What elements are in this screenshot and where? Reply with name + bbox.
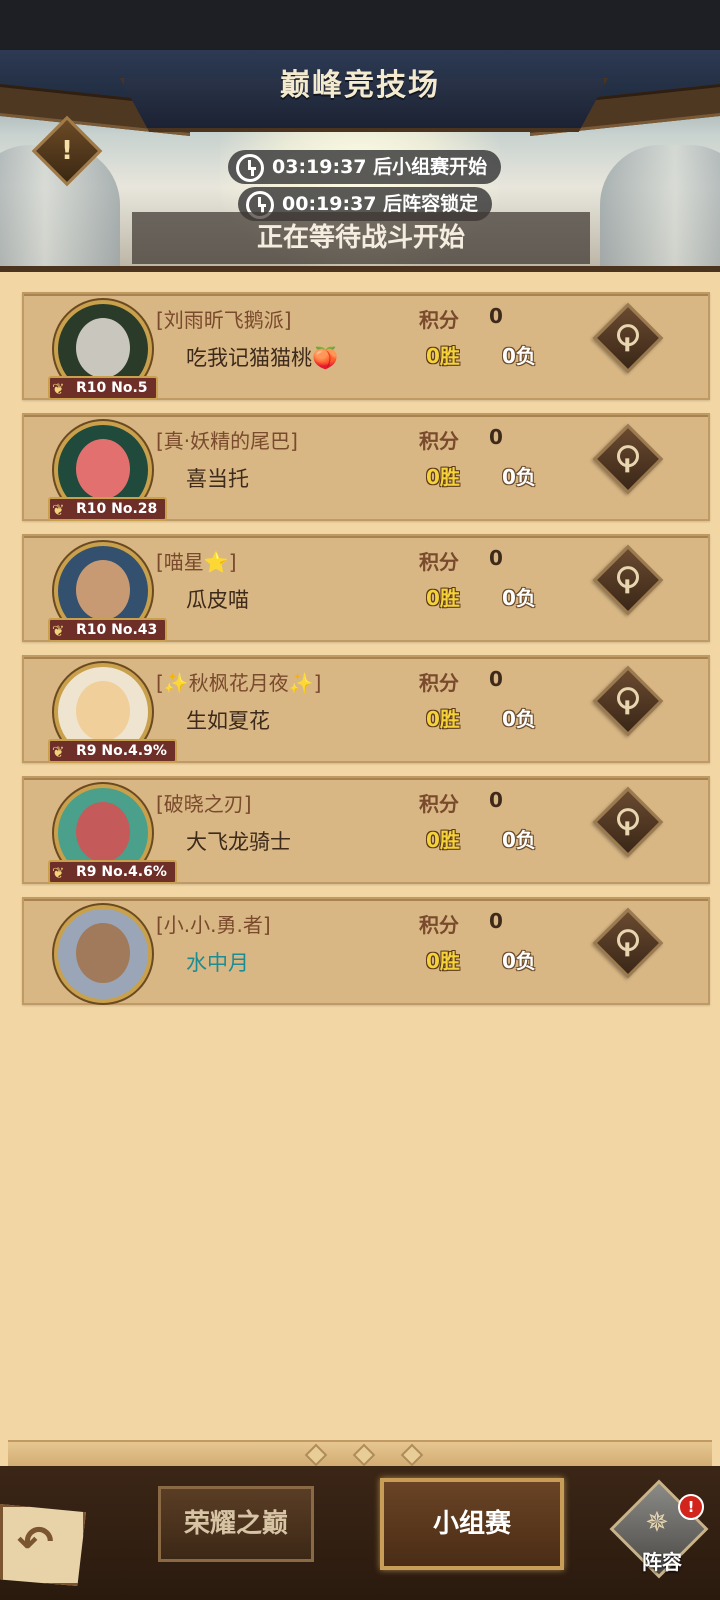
score-value: 0 <box>489 304 503 328</box>
rank-text: R9 No.4.9% <box>76 743 167 759</box>
score-label: 积分 <box>419 671 459 695</box>
hero-portrait <box>76 923 130 983</box>
player-name: 水中月 <box>186 951 249 975</box>
score-value: 0 <box>489 909 503 933</box>
player-card: ❦ R10 No.43 [喵星⭐] 瓜皮喵 积分 0 0胜 0负 <box>22 534 710 642</box>
score-label: 积分 <box>419 429 459 453</box>
wing-icon: ❦ <box>52 622 65 640</box>
player-card: ❦ R10 No.28 [真·妖精的尾巴] 喜当托 积分 0 0胜 0负 <box>22 413 710 521</box>
guild-name: [刘雨昕飞鹅派] <box>156 308 292 332</box>
losses-count: 0负 <box>502 707 536 731</box>
rank-text: R10 No.28 <box>76 501 158 517</box>
rank-badge: ❦ R10 No.43 <box>48 618 168 642</box>
back-arrow-icon: ↶ <box>17 1517 54 1568</box>
hero-portrait <box>76 318 130 378</box>
header-border <box>0 266 720 272</box>
status-bar <box>0 0 720 50</box>
arena-header: 巅峰竞技场 ! 03:19:37 后小组赛开始 00:19:37 后阵容锁定 正… <box>0 50 720 272</box>
guild-name: [小.小.勇.者] <box>156 913 271 937</box>
wins-count: 0胜 <box>426 586 460 610</box>
player-card: ❦ R9 No.4.6% [破晓之刃] 大飞龙骑士 积分 0 0胜 0负 <box>22 776 710 884</box>
player-name: 喜当托 <box>186 467 249 491</box>
rank-badge: ❦ R9 No.4.6% <box>48 860 177 884</box>
player-name: 大飞龙骑士 <box>186 830 291 854</box>
notification-badge: ! <box>678 1494 704 1520</box>
player-card: ❦ R9 No.4.9% [✨秋枫花月夜✨] 生如夏花 积分 0 0胜 0负 <box>22 655 710 763</box>
rank-text: R10 No.5 <box>76 380 148 396</box>
hero-portrait <box>76 681 130 741</box>
rank-text: R9 No.4.6% <box>76 864 167 880</box>
rank-badge: ❦ R10 No.5 <box>48 376 158 400</box>
divider-gem <box>400 1443 424 1467</box>
group-start-timer: 03:19:37 后小组赛开始 <box>228 150 502 184</box>
guild-name: [破晓之刃] <box>156 792 252 816</box>
wins-count: 0胜 <box>426 344 460 368</box>
wing-icon: ❦ <box>52 380 65 398</box>
score-label: 积分 <box>419 913 459 937</box>
inspect-button[interactable] <box>592 665 664 737</box>
magnifier-handle <box>625 821 630 836</box>
divider-gem <box>352 1443 376 1467</box>
magnifier-handle <box>625 700 630 715</box>
guild-name: [喵星⭐] <box>156 550 237 574</box>
wing-icon: ❦ <box>52 743 65 761</box>
wins-count: 0胜 <box>426 707 460 731</box>
player-name: 瓜皮喵 <box>186 588 249 612</box>
hero-portrait <box>76 802 130 862</box>
wins-count: 0胜 <box>426 828 460 852</box>
player-card: ❦ R10 No.5 [刘雨昕飞鹅派] 吃我记猫猫桃🍑 积分 0 0胜 0负 <box>22 292 710 400</box>
score-label: 积分 <box>419 792 459 816</box>
score-value: 0 <box>489 667 503 691</box>
inspect-button[interactable] <box>592 786 664 858</box>
wing-icon: ❦ <box>52 864 65 882</box>
score-label: 积分 <box>419 550 459 574</box>
magnifier-handle <box>625 458 630 473</box>
lineup-label: 阵容 <box>642 1550 682 1574</box>
inspect-button[interactable] <box>592 423 664 495</box>
wins-count: 0胜 <box>426 465 460 489</box>
losses-count: 0负 <box>502 465 536 489</box>
inspect-button[interactable] <box>592 302 664 374</box>
back-button[interactable]: ↶ <box>0 1504 86 1586</box>
player-name: 吃我记猫猫桃🍑 <box>186 346 339 370</box>
page-title: 巅峰竞技场 <box>280 68 440 103</box>
compass-icon: ✵ <box>645 1505 669 1539</box>
magnifier-handle <box>625 579 630 594</box>
rank-text: R10 No.43 <box>76 622 158 638</box>
inspect-button[interactable] <box>592 544 664 616</box>
losses-count: 0负 <box>502 949 536 973</box>
player-name: 生如夏花 <box>186 709 270 733</box>
hero-portrait <box>76 560 130 620</box>
waiting-status: 正在等待战斗开始 <box>132 212 590 264</box>
player-list: ❦ R10 No.5 [刘雨昕飞鹅派] 吃我记猫猫桃🍑 积分 0 0胜 0负 ❦… <box>22 292 710 1018</box>
score-label: 积分 <box>419 308 459 332</box>
wins-count: 0胜 <box>426 949 460 973</box>
wing-icon: ❦ <box>52 501 65 519</box>
inspect-button[interactable] <box>592 907 664 979</box>
losses-count: 0负 <box>502 828 536 852</box>
group-start-timer-text: 03:19:37 后小组赛开始 <box>272 156 488 178</box>
rank-badge: ❦ R10 No.28 <box>48 497 168 521</box>
score-value: 0 <box>489 546 503 570</box>
hero-portrait <box>76 439 130 499</box>
guild-name: [真·妖精的尾巴] <box>156 429 298 453</box>
score-value: 0 <box>489 788 503 812</box>
magnifier-handle <box>625 337 630 352</box>
player-avatar[interactable] <box>54 905 152 1003</box>
statue-right <box>600 145 720 272</box>
tab-glory-peak[interactable]: 荣耀之巅 <box>158 1486 314 1562</box>
divider-gem <box>304 1443 328 1467</box>
player-card: [小.小.勇.者] 水中月 积分 0 0胜 0负 <box>22 897 710 1005</box>
losses-count: 0负 <box>502 344 536 368</box>
guild-name: [✨秋枫花月夜✨] <box>156 671 322 695</box>
magnifier-handle <box>625 942 630 957</box>
exclamation-icon: ! <box>61 136 73 166</box>
bottom-nav-bar <box>0 1466 720 1600</box>
rank-badge: ❦ R9 No.4.9% <box>48 739 177 763</box>
losses-count: 0负 <box>502 586 536 610</box>
clock-icon <box>236 154 264 182</box>
bottom-divider <box>8 1440 712 1468</box>
tab-group-stage[interactable]: 小组赛 <box>380 1478 564 1570</box>
score-value: 0 <box>489 425 503 449</box>
